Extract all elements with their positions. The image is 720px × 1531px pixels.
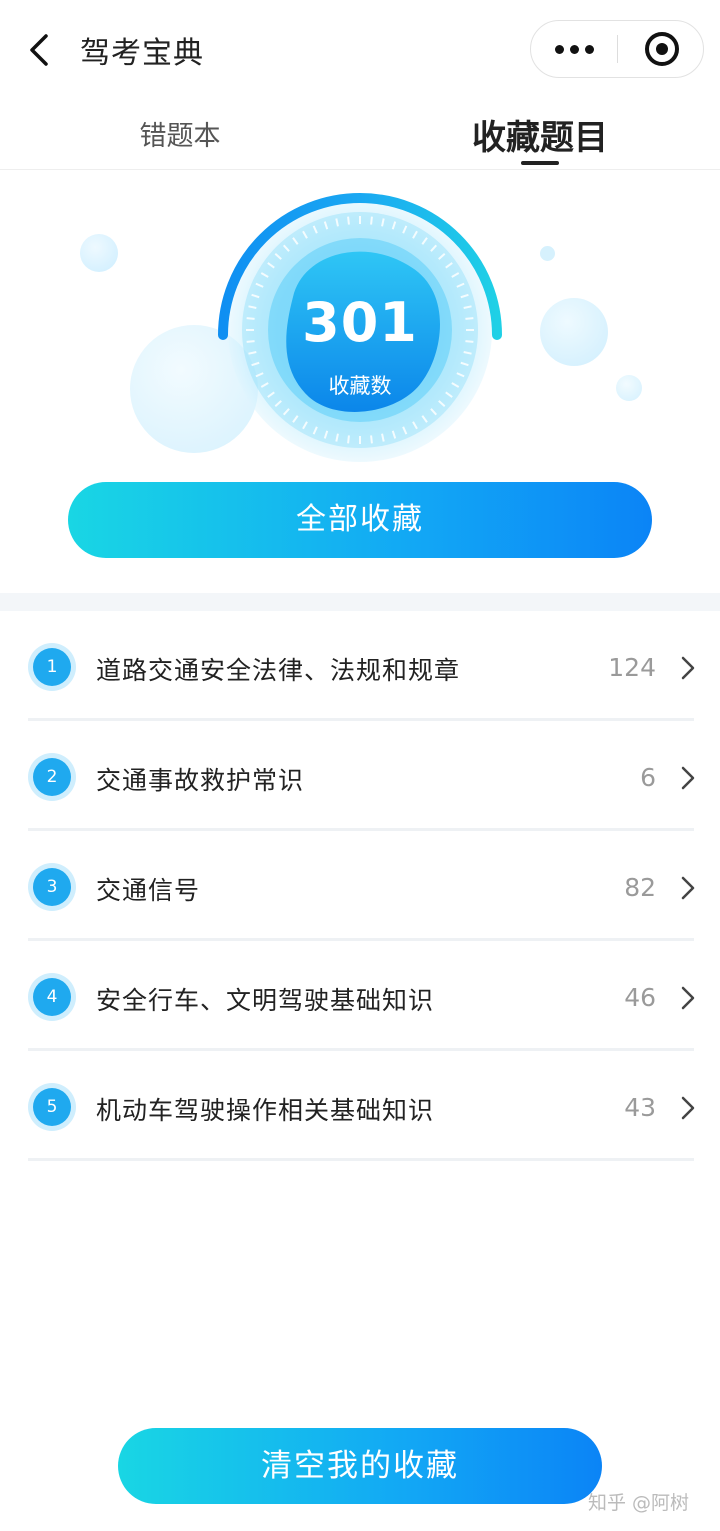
section-divider [0, 593, 720, 611]
tab-wrong-questions[interactable]: 错题本 [100, 114, 260, 164]
row-divider [28, 1158, 694, 1161]
category-count: 124 [608, 653, 656, 682]
list-item[interactable]: 4 安全行车、文明驾驶基础知识 46 [0, 941, 720, 1051]
active-tab-indicator [521, 161, 559, 165]
category-title: 道路交通安全法律、法规和规章 [96, 656, 461, 685]
list-item[interactable]: 3 交通信号 82 [0, 831, 720, 941]
category-count: 82 [624, 873, 656, 902]
list-item[interactable]: 2 交通事故救护常识 6 [0, 721, 720, 831]
category-title: 交通信号 [96, 876, 201, 905]
list-item[interactable]: 5 机动车驾驶操作相关基础知识 43 [0, 1051, 720, 1161]
chevron-right-icon [678, 1093, 698, 1123]
target-circle-icon[interactable] [645, 32, 679, 66]
back-icon[interactable] [22, 30, 58, 70]
index-badge: 3 [28, 863, 76, 911]
clear-favorites-button[interactable]: 清空我的收藏 [118, 1428, 602, 1504]
more-dots-icon[interactable] [531, 21, 617, 77]
index-number: 1 [33, 648, 71, 686]
app-title: 驾考宝典 [80, 36, 204, 71]
count-dial: 301 收藏数 [215, 185, 505, 475]
nav-header: 驾考宝典 [0, 0, 720, 100]
chevron-right-icon [678, 983, 698, 1013]
category-title: 交通事故救护常识 [96, 766, 305, 795]
index-badge: 4 [28, 973, 76, 1021]
favorites-summary: 301 收藏数 全部收藏 [0, 170, 720, 590]
chevron-right-icon [678, 873, 698, 903]
decor-bubble [80, 234, 118, 272]
decor-bubble [540, 298, 608, 366]
index-number: 4 [33, 978, 71, 1016]
index-number: 3 [33, 868, 71, 906]
index-number: 2 [33, 758, 71, 796]
chevron-right-icon [678, 653, 698, 683]
watermark: 知乎 @阿树 [588, 1492, 690, 1514]
category-count: 46 [624, 983, 656, 1012]
all-favorites-button[interactable]: 全部收藏 [68, 482, 652, 558]
capsule-divider [617, 35, 618, 63]
tab-bar: 错题本 收藏题目 [0, 100, 720, 170]
decor-bubble [616, 375, 642, 401]
decor-bubble [540, 246, 555, 261]
list-item[interactable]: 1 道路交通安全法律、法规和规章 124 [0, 611, 720, 721]
favorites-count: 301 [302, 291, 418, 354]
index-badge: 2 [28, 753, 76, 801]
category-title: 安全行车、文明驾驶基础知识 [96, 986, 435, 1015]
category-title: 机动车驾驶操作相关基础知识 [96, 1096, 435, 1125]
chevron-right-icon [678, 763, 698, 793]
index-badge: 1 [28, 643, 76, 691]
tab-favorite-questions[interactable]: 收藏题目 [450, 110, 630, 160]
index-number: 5 [33, 1088, 71, 1126]
category-count: 6 [640, 763, 656, 792]
mini-program-capsule [530, 20, 704, 78]
index-badge: 5 [28, 1083, 76, 1131]
category-count: 43 [624, 1093, 656, 1122]
favorites-count-label: 收藏数 [328, 374, 392, 398]
